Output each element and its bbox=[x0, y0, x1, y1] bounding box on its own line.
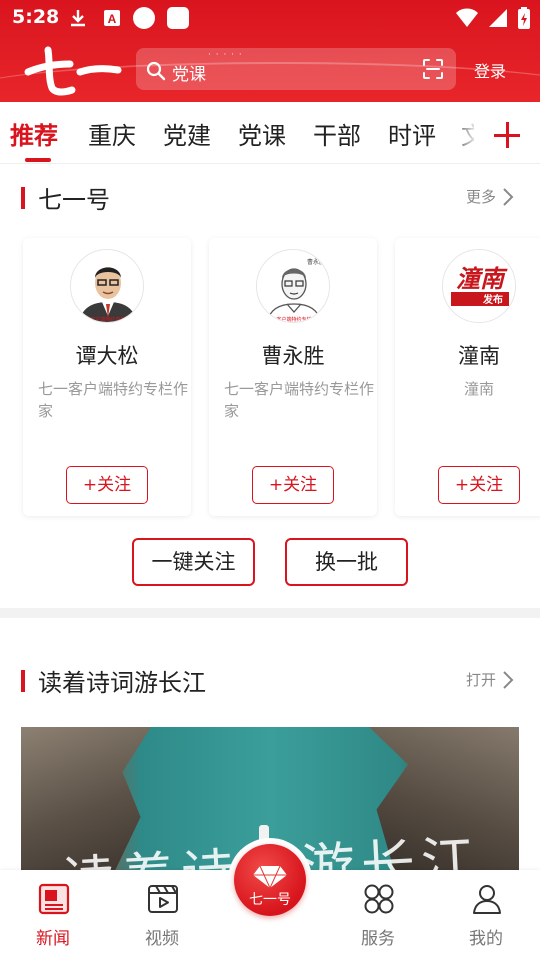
battery-icon bbox=[518, 7, 530, 29]
svg-text:七一客户端特约专栏作家: 七一客户端特约专栏作家 bbox=[266, 316, 321, 323]
nav-label: 视频 bbox=[145, 929, 179, 949]
author-portrait-icon: 曹永胜 七一客户端特约专栏作家 bbox=[257, 250, 329, 323]
nav-label: 我的 bbox=[469, 929, 503, 949]
tongnan-logo-icon: 潼南 发布 bbox=[443, 250, 515, 322]
author-name: 潼南 bbox=[458, 344, 500, 368]
section-divider bbox=[0, 608, 540, 618]
author-card[interactable]: 七一客户端特约专栏作家 谭大松 七一客户端特约专栏作家 +关注 bbox=[23, 238, 191, 516]
follow-button[interactable]: +关注 bbox=[438, 466, 520, 504]
svg-text:发布: 发布 bbox=[482, 293, 503, 306]
section-accent-bar bbox=[21, 670, 25, 692]
search-bar[interactable]: · · · · · 党课 bbox=[136, 48, 456, 90]
add-channel-button[interactable] bbox=[474, 102, 540, 163]
news-icon bbox=[38, 883, 70, 915]
status-bar: 5:28 A bbox=[0, 0, 540, 36]
tab-commentary[interactable]: 时评 bbox=[388, 116, 436, 151]
author-card[interactable]: 曹永胜 七一客户端特约专栏作家 曹永胜 七一客户端特约专栏作家 +关注 bbox=[209, 238, 377, 516]
author-description: 七一客户端特约专栏作家 bbox=[224, 380, 375, 420]
svg-text:A: A bbox=[108, 12, 117, 26]
follow-button[interactable]: +关注 bbox=[252, 466, 334, 504]
section-title: 七一号 bbox=[38, 186, 110, 214]
center-button-label: 七一号 bbox=[249, 892, 291, 908]
author-name: 曹永胜 bbox=[261, 344, 325, 368]
text-a-icon: A bbox=[104, 10, 120, 26]
status-time: 5:28 bbox=[12, 6, 60, 28]
square-notification-icon bbox=[167, 7, 189, 29]
nav-video[interactable]: 视频 bbox=[122, 870, 202, 960]
section-title: 读着诗词游长江 bbox=[38, 669, 206, 697]
author-description: 潼南 bbox=[463, 380, 494, 398]
tab-party-building[interactable]: 党建 bbox=[163, 116, 211, 151]
download-icon bbox=[71, 10, 85, 27]
svg-text:潼南: 潼南 bbox=[456, 265, 508, 293]
tab-recommend[interactable]: 推荐 bbox=[10, 116, 58, 151]
author-card[interactable]: 潼南 发布 潼南 潼南 +关注 bbox=[395, 238, 540, 516]
follow-all-button[interactable]: 一键关注 bbox=[132, 538, 255, 586]
qiyi-logo[interactable] bbox=[22, 42, 122, 98]
open-link[interactable]: 打开 bbox=[466, 669, 496, 690]
svg-text:曹永胜: 曹永胜 bbox=[307, 258, 325, 266]
nav-profile[interactable]: 我的 bbox=[446, 870, 526, 960]
author-portrait-icon: 七一客户端特约专栏作家 bbox=[71, 250, 143, 323]
nav-label: 服务 bbox=[361, 929, 395, 949]
qiyi-section-header: 七一号 更多 bbox=[0, 177, 540, 217]
tab-chongqing[interactable]: 重庆 bbox=[88, 116, 136, 151]
login-button[interactable]: 登录 bbox=[474, 58, 506, 82]
poem-section-header: 读着诗词游长江 打开 bbox=[0, 660, 540, 700]
profile-icon bbox=[473, 885, 501, 914]
tab-party-class[interactable]: 党课 bbox=[238, 116, 286, 151]
avatar: 潼南 发布 bbox=[442, 249, 516, 323]
scan-icon[interactable] bbox=[422, 58, 444, 80]
author-name: 谭大松 bbox=[75, 344, 139, 368]
app-header: 5:28 A · · · · · 党课 登录 bbox=[0, 0, 540, 102]
search-dots: · · · · · bbox=[208, 50, 243, 60]
nav-services[interactable]: 服务 bbox=[338, 870, 418, 960]
avatar: 七一客户端特约专栏作家 bbox=[70, 249, 144, 323]
circle-notification-icon bbox=[133, 7, 155, 29]
follow-button[interactable]: +关注 bbox=[66, 466, 148, 504]
search-input[interactable]: 党课 bbox=[172, 60, 206, 85]
author-description: 七一客户端特约专栏作家 bbox=[38, 380, 189, 420]
svg-text:七一客户端特约专栏作家: 七一客户端特约专栏作家 bbox=[80, 316, 135, 323]
tab-cadres[interactable]: 干部 bbox=[313, 116, 361, 151]
video-icon bbox=[148, 885, 178, 913]
nav-news[interactable]: 新闻 bbox=[13, 870, 93, 960]
more-link[interactable]: 更多 bbox=[466, 186, 496, 207]
chevron-right-icon[interactable] bbox=[502, 670, 514, 690]
chevron-right-icon[interactable] bbox=[502, 187, 514, 207]
channel-tabs: 推荐 重庆 党建 党课 干部 时评 文 bbox=[0, 102, 540, 164]
refresh-batch-button[interactable]: 换一批 bbox=[285, 538, 408, 586]
qiyi-center-button[interactable]: 七一号 bbox=[234, 844, 306, 916]
nav-label: 新闻 bbox=[36, 929, 70, 949]
tab-active-indicator bbox=[25, 158, 51, 162]
wifi-icon bbox=[456, 8, 478, 27]
search-icon bbox=[146, 61, 166, 81]
avatar: 曹永胜 七一客户端特约专栏作家 bbox=[256, 249, 330, 323]
section-accent-bar bbox=[21, 187, 25, 209]
signal-icon bbox=[489, 9, 507, 27]
services-icon bbox=[364, 884, 394, 914]
